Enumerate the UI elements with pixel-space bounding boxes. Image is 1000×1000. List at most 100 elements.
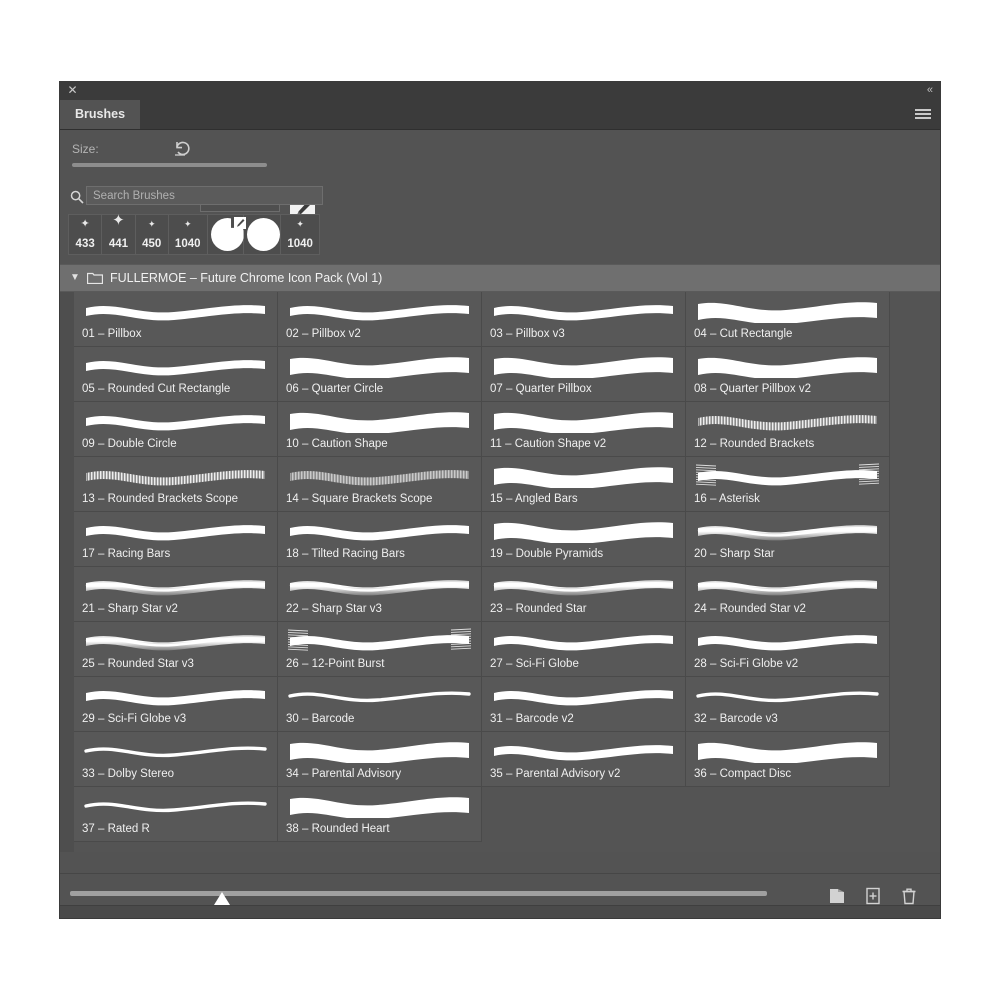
- brush-item-label: 03 – Pillbox v3: [490, 328, 565, 340]
- brush-item-label: 26 – 12-Point Burst: [286, 658, 385, 670]
- brush-stroke-preview: [82, 627, 269, 653]
- preset-size-label: 450: [142, 238, 162, 250]
- preset-tile[interactable]: ✦ 1040: [281, 215, 319, 254]
- brush-item[interactable]: 23 – Rounded Star: [482, 567, 686, 622]
- brush-item[interactable]: 08 – Quarter Pillbox v2: [686, 347, 890, 402]
- new-folder-icon[interactable]: [827, 886, 847, 906]
- brush-item-label: 06 – Quarter Circle: [286, 383, 384, 395]
- brush-item[interactable]: 05 – Rounded Cut Rectangle: [74, 347, 278, 402]
- preset-tile[interactable]: ✦ 433: [69, 215, 103, 254]
- brush-item[interactable]: 33 – Dolby Stereo: [74, 732, 278, 787]
- brush-item[interactable]: 09 – Double Circle: [74, 402, 278, 457]
- search-icon[interactable]: [70, 190, 84, 204]
- brush-stroke-preview: [82, 297, 269, 323]
- brush-item[interactable]: 36 – Compact Disc: [686, 732, 890, 787]
- brush-stroke-preview: [82, 352, 269, 378]
- search-input[interactable]: [86, 186, 323, 205]
- preset-size-label: 1040: [174, 238, 201, 250]
- preset-tile[interactable]: [244, 215, 282, 254]
- brush-stroke-preview: [694, 407, 881, 433]
- chevron-down-icon[interactable]: ▼: [70, 265, 80, 291]
- brush-item-label: 10 – Caution Shape: [286, 438, 388, 450]
- double-chevron-left-icon[interactable]: «: [927, 84, 933, 97]
- brush-stroke-preview: [694, 627, 881, 653]
- size-label: Size:: [72, 142, 99, 156]
- brush-item-label: 33 – Dolby Stereo: [82, 768, 175, 780]
- preset-tile[interactable]: ✦ 441: [102, 212, 136, 254]
- brush-item[interactable]: 06 – Quarter Circle: [278, 347, 482, 402]
- brush-item-label: 38 – Rounded Heart: [286, 823, 390, 835]
- size-slider[interactable]: [72, 163, 267, 167]
- brush-item[interactable]: 11 – Caution Shape v2: [482, 402, 686, 457]
- brush-item[interactable]: 19 – Double Pyramids: [482, 512, 686, 567]
- brush-item-label: 27 – Sci-Fi Globe: [490, 658, 579, 670]
- brush-item[interactable]: 22 – Sharp Star v3: [278, 567, 482, 622]
- brush-preset-strip: ✦ 433 ✦ 441 ✦ 450 ✦ 1040 ✦ 1040: [68, 212, 320, 255]
- brush-stroke-preview: [694, 352, 881, 380]
- brush-item-label: 14 – Square Brackets Scope: [286, 493, 433, 505]
- brush-stroke-preview: [82, 517, 269, 543]
- brush-item[interactable]: 03 – Pillbox v3: [482, 292, 686, 347]
- brush-stroke-preview: [286, 517, 473, 543]
- brush-item[interactable]: 10 – Caution Shape: [278, 402, 482, 457]
- circle-icon: [247, 218, 281, 251]
- brush-item[interactable]: 30 – Barcode: [278, 677, 482, 732]
- brush-item[interactable]: 24 – Rounded Star v2: [686, 567, 890, 622]
- brush-stroke-preview: [286, 297, 473, 323]
- brush-item[interactable]: 26 – 12-Point Burst: [278, 622, 482, 677]
- reset-arrow-icon[interactable]: [172, 138, 194, 160]
- brush-item[interactable]: 20 – Sharp Star: [686, 512, 890, 567]
- brush-item[interactable]: 17 – Racing Bars: [74, 512, 278, 567]
- hamburger-menu-icon[interactable]: [915, 109, 931, 121]
- trash-icon[interactable]: [899, 886, 919, 906]
- brush-item-label: 15 – Angled Bars: [490, 493, 578, 505]
- brush-item[interactable]: 31 – Barcode v2: [482, 677, 686, 732]
- brush-size-slider[interactable]: [70, 891, 767, 896]
- brush-item[interactable]: 01 – Pillbox: [74, 292, 278, 347]
- brush-item-label: 21 – Sharp Star v2: [82, 603, 178, 615]
- brush-stroke-preview: [286, 462, 473, 488]
- brush-item[interactable]: 38 – Rounded Heart: [278, 787, 482, 842]
- tab-strip: Brushes: [60, 100, 940, 130]
- brush-item[interactable]: 29 – Sci-Fi Globe v3: [74, 677, 278, 732]
- brush-item[interactable]: 34 – Parental Advisory: [278, 732, 482, 787]
- brush-item-label: 11 – Caution Shape v2: [490, 438, 607, 450]
- brush-item[interactable]: 18 – Tilted Racing Bars: [278, 512, 482, 567]
- group-indent-rail: [60, 292, 74, 852]
- brush-item[interactable]: 14 – Square Brackets Scope: [278, 457, 482, 512]
- new-brush-icon[interactable]: [863, 886, 883, 906]
- brush-item-label: 13 – Rounded Brackets Scope: [82, 493, 238, 505]
- brush-stroke-preview: [82, 682, 269, 708]
- brush-item[interactable]: 27 – Sci-Fi Globe: [482, 622, 686, 677]
- brush-item-label: 34 – Parental Advisory: [286, 768, 402, 780]
- brush-item-label: 32 – Barcode v3: [694, 713, 778, 725]
- brush-size-slider-handle[interactable]: [214, 892, 230, 905]
- brush-item[interactable]: 04 – Cut Rectangle: [686, 292, 890, 347]
- brush-item[interactable]: 37 – Rated R: [74, 787, 278, 842]
- brush-item[interactable]: 07 – Quarter Pillbox: [482, 347, 686, 402]
- tab-brushes[interactable]: Brushes: [60, 100, 141, 129]
- brush-group-header[interactable]: ▼ FULLERMOE – Future Chrome Icon Pack (V…: [60, 264, 940, 292]
- brush-item[interactable]: 28 – Sci-Fi Globe v2: [686, 622, 890, 677]
- preset-tile[interactable]: ✦ 450: [136, 215, 169, 254]
- brush-item[interactable]: 32 – Barcode v3: [686, 677, 890, 732]
- brush-item-label: 29 – Sci-Fi Globe v3: [82, 713, 187, 725]
- brush-item[interactable]: 21 – Sharp Star v2: [74, 567, 278, 622]
- brush-item[interactable]: 02 – Pillbox v2: [278, 292, 482, 347]
- brush-item[interactable]: 35 – Parental Advisory v2: [482, 732, 686, 787]
- close-icon[interactable]: ✕: [66, 84, 79, 97]
- brush-item[interactable]: 12 – Rounded Brackets: [686, 402, 890, 457]
- brush-item-label: 04 – Cut Rectangle: [694, 328, 793, 340]
- preset-tile[interactable]: ✦ 1040: [169, 215, 208, 254]
- sparkle-icon: ✦: [296, 219, 304, 229]
- brush-group-title: FULLERMOE – Future Chrome Icon Pack (Vol…: [110, 271, 383, 285]
- brush-item[interactable]: 25 – Rounded Star v3: [74, 622, 278, 677]
- brush-item[interactable]: 13 – Rounded Brackets Scope: [74, 457, 278, 512]
- brush-item[interactable]: 16 – Asterisk: [686, 457, 890, 512]
- screenshot-root: ✕ « Brushes Size: Search Brushes ✦ 433 ✦…: [0, 0, 1000, 1000]
- brush-stroke-preview: [286, 737, 473, 765]
- brush-item[interactable]: 15 – Angled Bars: [482, 457, 686, 512]
- preset-tile[interactable]: [208, 215, 246, 254]
- sparkle-icon: ✦: [112, 212, 125, 229]
- brush-stroke-preview: [286, 792, 473, 820]
